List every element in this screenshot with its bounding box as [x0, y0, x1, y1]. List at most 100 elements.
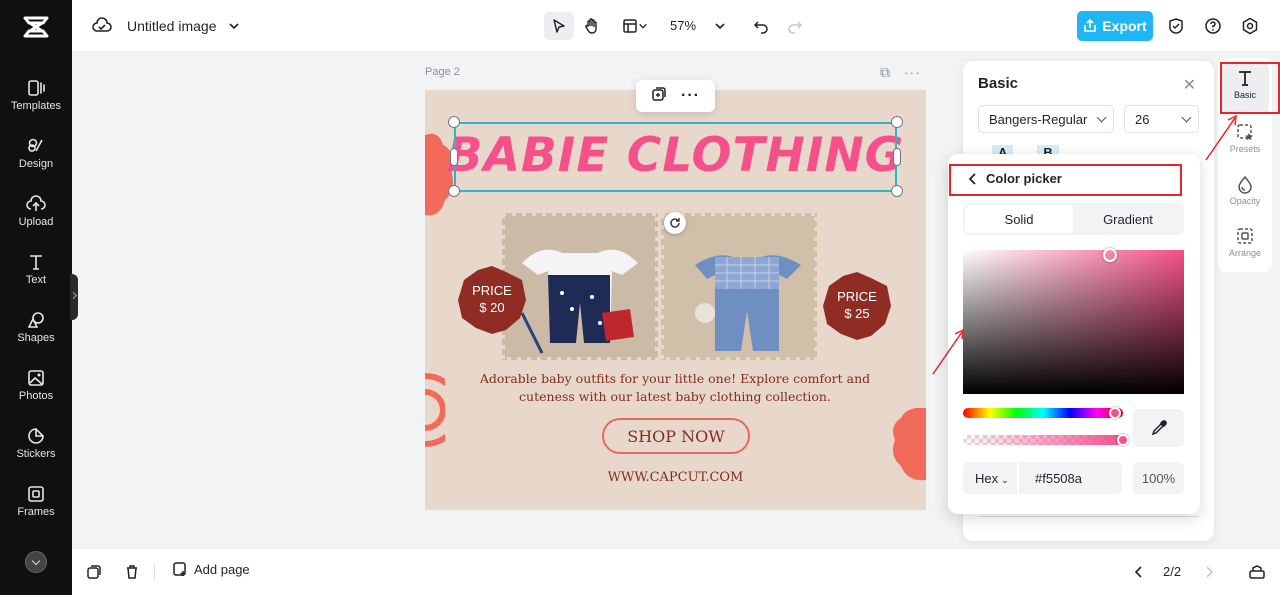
alpha-slider-knob[interactable] — [1117, 434, 1129, 446]
font-size-select[interactable]: 26 — [1124, 105, 1199, 133]
add-page-button[interactable]: Add page — [172, 561, 250, 577]
shield-icon — [1169, 18, 1183, 34]
text-icon — [30, 255, 42, 270]
sidebar-item-templates[interactable]: Templates — [0, 78, 72, 128]
opacity-icon — [1238, 175, 1252, 194]
hand-tool-button[interactable] — [580, 14, 604, 38]
expand-more-button[interactable] — [25, 551, 47, 573]
color-format-select[interactable]: Hex ⌄ — [975, 471, 1009, 486]
hand-icon — [585, 18, 597, 34]
help-button[interactable] — [1201, 14, 1225, 38]
design-url[interactable]: WWW.CAPCUT.COM — [425, 470, 926, 485]
resize-handle[interactable] — [893, 148, 901, 166]
saturation-value-area[interactable] — [963, 250, 1184, 394]
cloud-sync-icon[interactable] — [90, 14, 114, 38]
product-photo-right[interactable] — [658, 210, 820, 363]
resize-handle[interactable] — [450, 148, 458, 166]
price-badge-left[interactable]: PRICE $ 20 — [458, 266, 526, 334]
decorative-rings — [425, 373, 445, 447]
more-options-button[interactable]: ··· — [681, 87, 700, 105]
next-page-button[interactable] — [1199, 562, 1219, 582]
price-value: $ 20 — [479, 300, 505, 315]
rotate-icon — [670, 218, 680, 228]
undo-button[interactable] — [749, 14, 773, 38]
tab-solid[interactable]: Solid — [965, 205, 1073, 233]
chevron-down-icon[interactable] — [636, 14, 650, 38]
upload-icon — [26, 195, 46, 211]
resize-handle[interactable] — [448, 185, 460, 197]
chevron-down-icon[interactable] — [708, 14, 732, 38]
sidebar-item-design[interactable]: Design — [0, 136, 72, 186]
stickers-icon — [28, 428, 44, 444]
photos-icon — [28, 370, 44, 386]
document-title[interactable]: Untitled image — [127, 18, 217, 34]
chevron-down-icon — [1096, 112, 1107, 123]
duplicate-page-button[interactable] — [84, 562, 104, 582]
hex-value-input[interactable]: #f5508a — [1035, 471, 1082, 486]
frames-icon — [28, 486, 44, 502]
redo-button[interactable] — [783, 14, 807, 38]
selection-box — [454, 122, 897, 192]
design-shop-now-button[interactable]: SHOP NOW — [602, 418, 750, 454]
floating-toolbar: ··· — [636, 80, 715, 112]
more-icon[interactable]: ··· — [904, 64, 921, 80]
hue-slider[interactable] — [963, 408, 1123, 418]
tool-arrange[interactable]: Arrange — [1218, 222, 1272, 272]
duplicate-button[interactable] — [651, 86, 667, 107]
sidebar-item-photos[interactable]: Photos — [0, 368, 72, 418]
chevron-down-icon[interactable] — [222, 14, 246, 38]
bottom-bar: Add page 2/2 — [72, 548, 1280, 595]
tab-gradient[interactable]: Gradient — [1074, 205, 1182, 233]
capcut-logo-icon[interactable] — [22, 14, 50, 40]
sidebar-item-text[interactable]: Text — [0, 252, 72, 302]
settings-button[interactable] — [1238, 14, 1262, 38]
sidebar-item-shapes[interactable]: Shapes — [0, 310, 72, 360]
sidebar-item-label: Shapes — [17, 332, 55, 344]
tool-presets[interactable]: Presets — [1218, 118, 1272, 168]
export-label: Export — [1102, 18, 1147, 34]
sidebar-collapse-handle[interactable] — [70, 274, 78, 320]
tool-opacity[interactable]: Opacity — [1218, 170, 1272, 220]
duplicate-icon — [87, 565, 101, 579]
eyedropper-button[interactable] — [1133, 409, 1184, 447]
sidebar-item-upload[interactable]: Upload — [0, 194, 72, 244]
resize-handle[interactable] — [891, 185, 903, 197]
zoom-level[interactable]: 57% — [670, 18, 696, 33]
rotate-handle[interactable] — [664, 212, 686, 234]
delete-page-button[interactable] — [122, 562, 142, 582]
presets-icon — [1237, 124, 1253, 141]
gear-icon — [1242, 17, 1258, 35]
redo-icon — [788, 21, 803, 34]
design-description[interactable]: Adorable baby outfits for your little on… — [475, 370, 875, 406]
color-mode-tabs: Solid Gradient — [963, 203, 1184, 235]
sidebar-item-frames[interactable]: Frames — [0, 484, 72, 534]
font-family-select[interactable]: Bangers-Regular — [978, 105, 1114, 133]
design-icon — [28, 138, 43, 152]
previous-page-button[interactable] — [1129, 562, 1149, 582]
add-page-label: Add page — [194, 561, 250, 577]
add-page-icon — [173, 562, 186, 576]
left-sidebar: Templates Design Upload Text Shapes Phot… — [0, 0, 72, 595]
export-button[interactable]: Export — [1077, 11, 1153, 41]
shield-button[interactable] — [1164, 14, 1188, 38]
sidebar-item-stickers[interactable]: Stickers — [0, 426, 72, 476]
close-icon[interactable]: ✕ — [1183, 75, 1196, 95]
pages-icon — [1249, 565, 1265, 579]
duplicate-page-icon[interactable]: ⧉ — [880, 64, 890, 80]
sidebar-item-label: Templates — [10, 100, 62, 112]
resize-handle[interactable] — [891, 116, 903, 128]
color-picker-knob[interactable] — [1103, 248, 1117, 262]
select-tool-button[interactable] — [544, 12, 574, 40]
price-badge-right[interactable]: PRICE $ 25 — [823, 272, 891, 340]
opacity-input[interactable]: 100% — [1133, 462, 1184, 494]
sidebar-item-label: Text — [25, 274, 47, 286]
cursor-icon — [553, 19, 565, 33]
page-view-button[interactable] — [1247, 562, 1267, 582]
resize-handle[interactable] — [448, 116, 460, 128]
arrange-icon — [1237, 228, 1253, 244]
sidebar-item-label: Photos — [18, 390, 54, 402]
templates-icon — [28, 80, 45, 96]
help-icon — [1205, 18, 1221, 34]
hue-slider-knob[interactable] — [1109, 407, 1121, 419]
alpha-slider[interactable] — [963, 435, 1123, 445]
